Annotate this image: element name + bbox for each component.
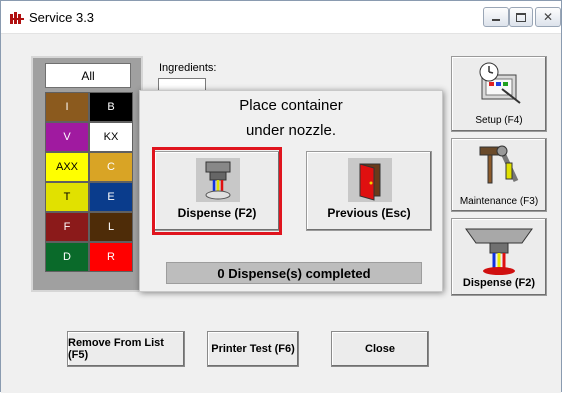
maintenance-label: Maintenance (F3) [459, 196, 539, 207]
minimize-button[interactable] [483, 7, 509, 27]
minimize-icon [492, 18, 500, 21]
title-bar: Service 3.3 ✕ [1, 1, 561, 34]
colorant-cell[interactable]: D [45, 242, 89, 272]
dispense-dialog: Place container under nozzle. Dispense (… [139, 90, 443, 292]
colorant-cell[interactable]: R [89, 242, 133, 272]
dispense-side-button[interactable]: Dispense (F2) [451, 218, 547, 296]
colorant-cell[interactable]: C [89, 152, 133, 182]
colorant-cell[interactable]: I [45, 92, 89, 122]
close-button[interactable]: Close [331, 331, 429, 367]
printer-test-button[interactable]: Printer Test (F6) [207, 331, 299, 367]
colorant-cell[interactable]: F [45, 212, 89, 242]
colorant-cell[interactable]: AXX [45, 152, 89, 182]
focus-highlight [152, 147, 282, 235]
window-title: Service 3.3 [29, 10, 95, 25]
setup-label: Setup (F4) [475, 115, 523, 126]
colorant-palette: All I B V KX AXX C T E F L D R [31, 56, 143, 292]
colorant-cell[interactable]: KX [89, 122, 133, 152]
remove-from-list-button[interactable]: Remove From List (F5) [67, 331, 185, 367]
app-logo-icon [10, 12, 24, 24]
close-icon: ✕ [542, 10, 554, 24]
previous-label: Previous (Esc) [327, 206, 411, 220]
colorant-cell[interactable]: V [45, 122, 89, 152]
dialog-message-line1: Place container [239, 97, 343, 114]
exit-door-icon [348, 158, 392, 202]
tools-icon [479, 145, 519, 184]
close-window-button[interactable]: ✕ [535, 7, 561, 27]
ingredients-label: Ingredients: [159, 62, 217, 74]
colorant-cell[interactable]: E [89, 182, 133, 212]
maintenance-button[interactable]: Maintenance (F3) [451, 138, 547, 212]
colorant-cell[interactable]: L [89, 212, 133, 242]
previous-button[interactable]: Previous (Esc) [306, 151, 432, 231]
setup-button[interactable]: Setup (F4) [451, 56, 547, 132]
colorant-cell[interactable]: B [89, 92, 133, 122]
dialog-message-line2: under nozzle. [245, 122, 337, 139]
setup-icon [479, 62, 521, 104]
client-area: All I B V KX AXX C T E F L D R Ingredien… [1, 34, 561, 393]
dispense-count-status: 0 Dispense(s) completed [166, 262, 422, 284]
colorant-cell[interactable]: T [45, 182, 89, 212]
dispenser-icon [465, 228, 533, 275]
maximize-icon [516, 12, 526, 22]
maximize-button[interactable] [509, 7, 533, 27]
main-window: Service 3.3 ✕ All I B V KX AXX C T E F L… [0, 0, 562, 393]
all-colorants-button[interactable]: All [45, 63, 131, 88]
dispense-side-label: Dispense (F2) [462, 277, 536, 289]
